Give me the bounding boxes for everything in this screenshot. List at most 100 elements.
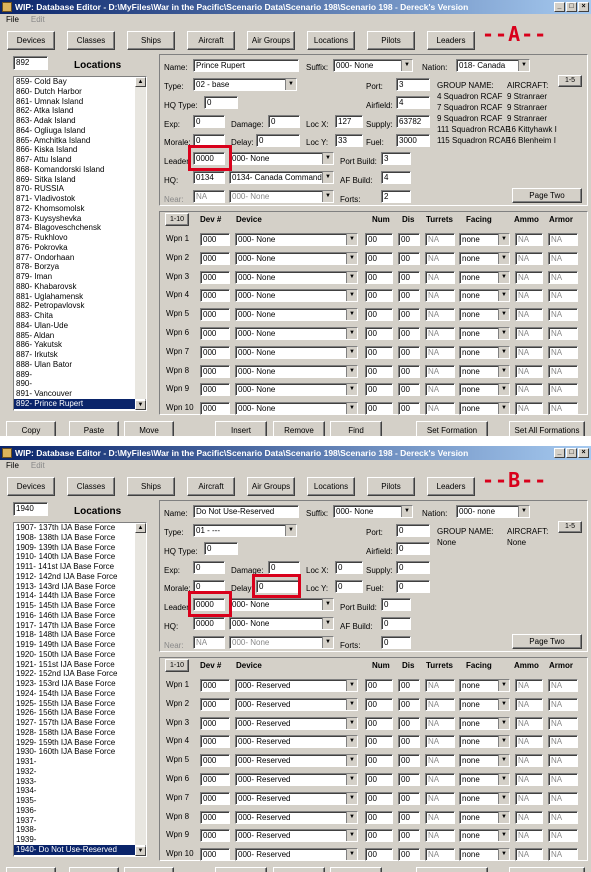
weapon-turrets-field[interactable]: NA [425,829,455,843]
list-item[interactable]: 1918- 148th IJA Base Force [14,630,146,640]
list-item[interactable]: 1940- Do Not Use-Reserved [14,844,146,855]
list-item[interactable]: 1928- 158th IJA Base Force [14,728,146,738]
weapon-armor-field[interactable]: NA [548,327,578,340]
suffix-dropdown[interactable]: 000- None [333,59,413,72]
list-item[interactable]: 873- Kuysyshevka [14,214,146,224]
supply-field[interactable]: 63782 [396,115,430,128]
weapon-num-field[interactable]: 00 [365,345,393,359]
weapons-range-button[interactable]: 1-10 [165,659,189,672]
weapon-dis-field[interactable]: 00 [398,402,420,416]
tab-devices[interactable]: Devices [7,477,55,496]
weapon-turrets-field[interactable]: NA [425,679,455,692]
weapon-ammo-field[interactable]: NA [515,402,543,416]
weapon-ammo-field[interactable]: NA [515,791,543,805]
weapon-turrets-field[interactable]: NA [425,308,455,322]
nation-dropdown[interactable]: 000- none [456,505,530,518]
list-item[interactable]: 1916- 146th IJA Base Force [14,611,146,621]
weapon-ammo-field[interactable]: NA [515,233,543,246]
weapon-turrets-field[interactable]: NA [425,402,455,416]
weapon-turrets-field[interactable]: NA [425,791,455,805]
fuel-field[interactable]: 0 [396,580,430,593]
menu-file[interactable]: File [6,15,19,24]
list-item[interactable]: 887- Irkutsk [14,350,146,360]
list-item[interactable]: 1924- 154th IJA Base Force [14,689,146,699]
weapon-device-dropdown[interactable]: 000- Reserved [235,791,358,805]
weapon-dis-field[interactable]: 00 [398,791,420,805]
weapon-device-dropdown[interactable]: 000- Reserved [235,810,358,824]
groups-range-button[interactable]: 1-5 [558,75,582,87]
list-item[interactable]: 869- Sitka Island [14,175,146,185]
damage-field[interactable]: 0 [268,115,300,128]
weapon-device-dropdown[interactable]: 000- None [235,383,358,397]
weapon-ammo-field[interactable]: NA [515,773,543,786]
weapon-num-field[interactable]: 00 [365,270,393,284]
exp-field[interactable]: 0 [193,115,225,128]
hq-type-field[interactable]: 0 [204,96,238,109]
weapon-num-field[interactable]: 00 [365,308,393,322]
tab-devices[interactable]: Devices [7,31,55,50]
weapon-device-dropdown[interactable]: 000- None [235,270,358,284]
list-item[interactable]: 1925- 155th IJA Base Force [14,699,146,709]
weapon-dis-field[interactable]: 00 [398,383,420,397]
weapon-dev-field[interactable]: 000 [200,308,230,322]
scroll-up-arrow[interactable]: ▲ [135,523,146,533]
tab-leaders[interactable]: Leaders [427,477,475,496]
hq-field[interactable]: 0000 [193,617,225,630]
weapon-dis-field[interactable]: 00 [398,773,420,786]
list-item[interactable]: 1909- 139th IJA Base Force [14,543,146,553]
weapon-dis-field[interactable]: 00 [398,679,420,692]
weapon-num-field[interactable]: 00 [365,810,393,824]
bottom-button-partial[interactable] [273,867,325,872]
maximize-button[interactable]: □ [566,448,577,458]
list-item[interactable]: 1927- 157th IJA Base Force [14,718,146,728]
list-item[interactable]: 871- Vladivostok [14,194,146,204]
weapon-device-dropdown[interactable]: 000- None [235,308,358,322]
weapon-facing-dropdown[interactable]: none [459,402,510,416]
list-item[interactable]: 862- Atka Island [14,106,146,116]
weapon-dis-field[interactable]: 00 [398,233,420,246]
weapon-device-dropdown[interactable]: 000- Reserved [235,679,358,692]
list-item[interactable]: 891- Vancouver [14,389,146,399]
list-item[interactable]: 1922- 152nd IJA Base Force [14,669,146,679]
weapon-device-dropdown[interactable]: 000- None [235,345,358,359]
weapon-armor-field[interactable]: NA [548,270,578,284]
weapon-dis-field[interactable]: 00 [398,327,420,340]
list-item[interactable]: 1926- 156th IJA Base Force [14,708,146,718]
tab-aircraft[interactable]: Aircraft [187,477,235,496]
port-build-field[interactable]: 0 [381,598,411,611]
list-item[interactable]: 884- Ulan-Ude [14,321,146,331]
weapon-num-field[interactable]: 00 [365,402,393,416]
set-all-formations-button[interactable]: Set All Formations [509,421,585,436]
weapon-facing-dropdown[interactable]: none [459,345,510,359]
supply-field[interactable]: 0 [396,561,430,574]
weapon-num-field[interactable]: 00 [365,289,393,303]
weapon-armor-field[interactable]: NA [548,716,578,730]
close-button[interactable]: × [578,448,589,458]
weapon-dis-field[interactable]: 00 [398,364,420,378]
weapon-num-field[interactable]: 00 [365,327,393,340]
weapon-ammo-field[interactable]: NA [515,679,543,692]
airfield-field[interactable]: 0 [396,542,430,555]
weapon-turrets-field[interactable]: NA [425,289,455,303]
tab-ships[interactable]: Ships [127,477,175,496]
weapon-turrets-field[interactable]: NA [425,735,455,749]
weapon-facing-dropdown[interactable]: none [459,233,510,246]
weapon-dev-field[interactable]: 000 [200,383,230,397]
weapons-range-button[interactable]: 1-10 [165,213,189,226]
weapon-dis-field[interactable]: 00 [398,308,420,322]
tab-locations[interactable]: Locations [307,31,355,50]
list-item[interactable]: 1939- [14,835,146,845]
weapon-dis-field[interactable]: 00 [398,810,420,824]
list-item[interactable]: 890- [14,379,146,389]
list-item[interactable]: 1919- 149th IJA Base Force [14,640,146,650]
port-build-field[interactable]: 3 [381,152,411,165]
weapon-dis-field[interactable]: 00 [398,848,420,862]
weapon-turrets-field[interactable]: NA [425,754,455,768]
list-item[interactable]: 888- Ulan Bator [14,360,146,370]
scroll-down-arrow[interactable]: ▼ [135,846,146,856]
list-item[interactable]: 1914- 144th IJA Base Force [14,591,146,601]
weapon-ammo-field[interactable]: NA [515,735,543,749]
list-item[interactable]: 1937- [14,816,146,826]
weapon-dev-field[interactable]: 000 [200,364,230,378]
bottom-button-partial[interactable] [215,867,267,872]
